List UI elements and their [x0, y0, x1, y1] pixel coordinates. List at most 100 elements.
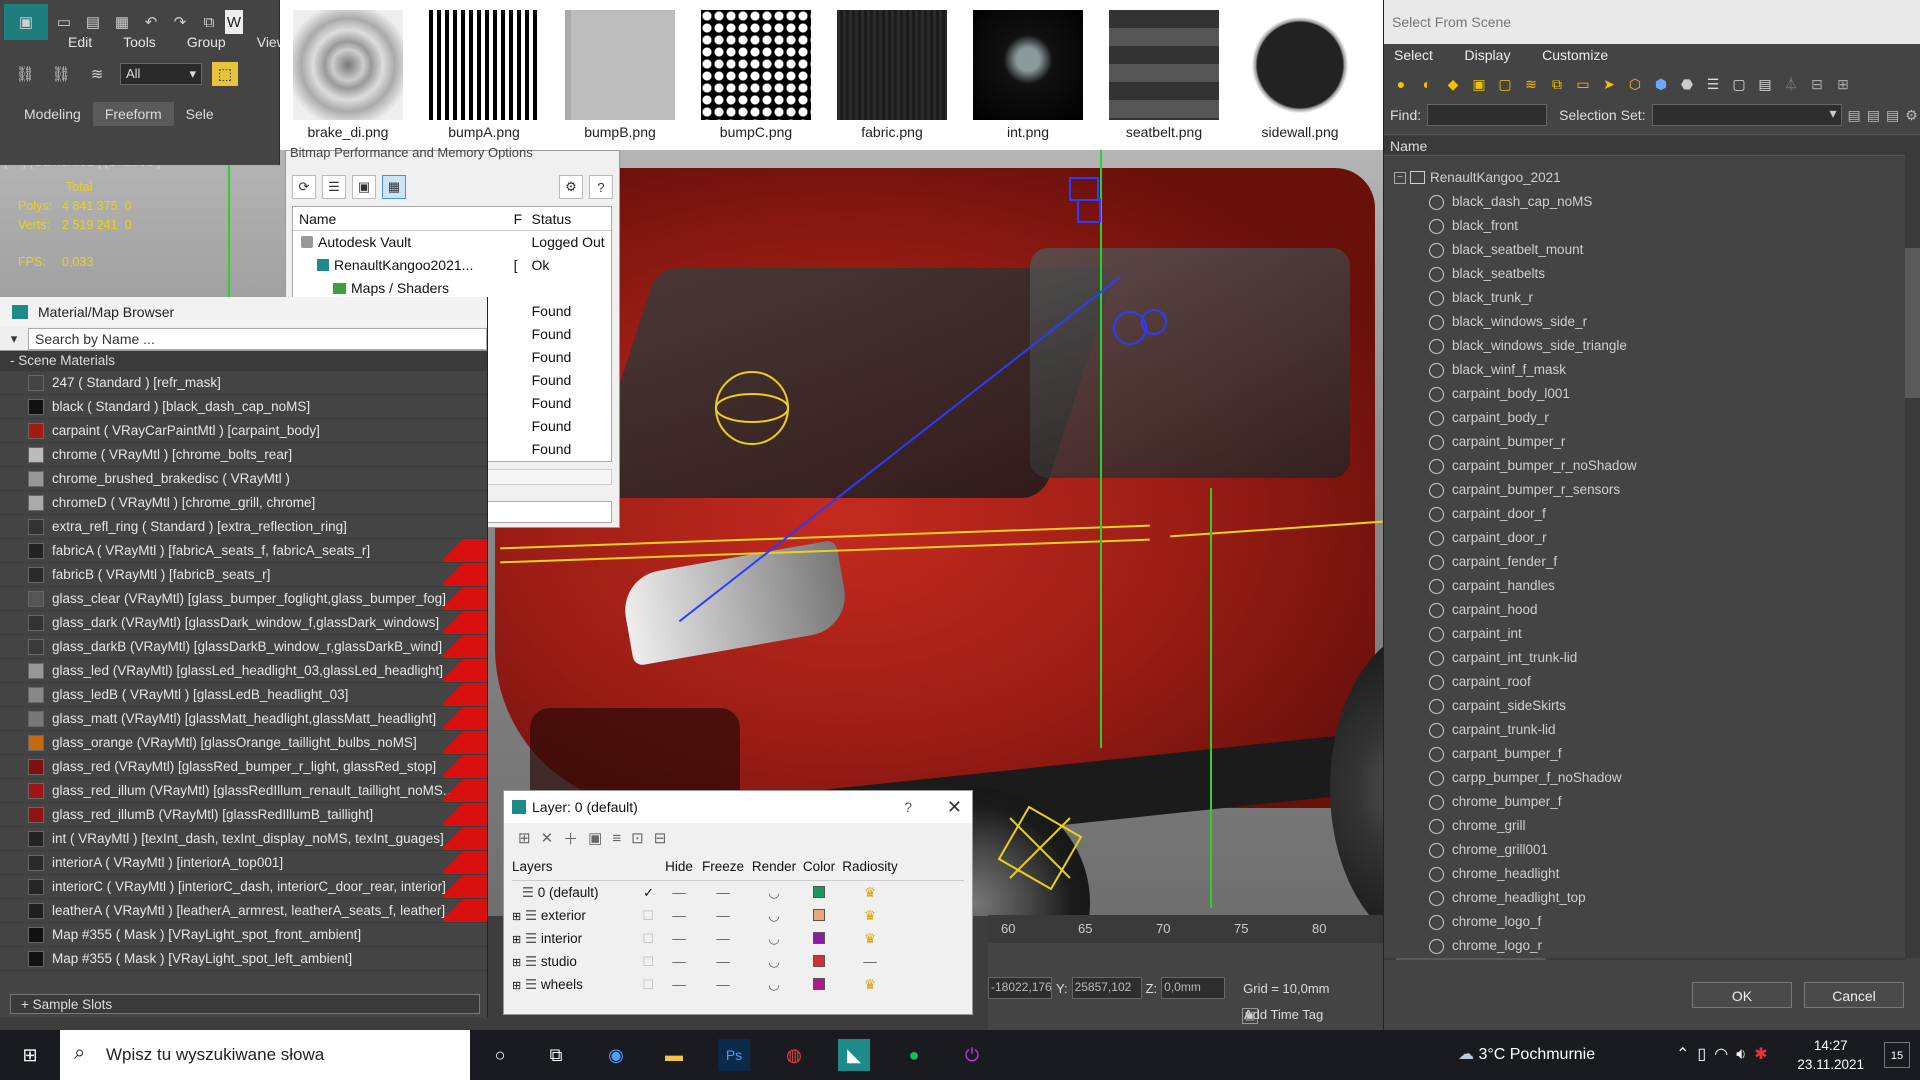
z-coordinate-field[interactable]: 0,0mm: [1161, 977, 1226, 999]
list-view-icon[interactable]: ☰: [322, 175, 346, 199]
scene-object-row[interactable]: carpaint_handles: [1384, 574, 1906, 598]
selection-filter-dropdown[interactable]: All ▾: [120, 63, 202, 85]
unlink-icon[interactable]: ⛓: [48, 62, 74, 86]
save-icon[interactable]: ▦: [109, 10, 135, 34]
spacewarps-filter-icon[interactable]: ≋: [1520, 73, 1542, 95]
select-object-icon[interactable]: ⬚: [212, 62, 238, 86]
new-layer-icon[interactable]: ⊞: [518, 829, 531, 847]
layer-color-swatch[interactable]: [800, 927, 838, 950]
freeze-toggle[interactable]: —: [698, 904, 748, 927]
render-toggle-icon[interactable]: ◡: [748, 927, 800, 950]
hide-all-icon[interactable]: ⊡: [631, 829, 644, 847]
material-item[interactable]: leatherA ( VRayMtl ) [leatherA_armrest, …: [0, 899, 487, 923]
column-freeze[interactable]: Freeze: [698, 853, 748, 880]
expand-icon[interactable]: ⊞: [512, 934, 521, 946]
delete-set-icon[interactable]: ▤: [1886, 107, 1899, 124]
clock[interactable]: 14:27 23.11.2021: [1797, 1036, 1864, 1074]
network-icon[interactable]: ▯: [1697, 1046, 1714, 1063]
delete-layer-icon[interactable]: ✕: [541, 829, 554, 847]
hide-toggle[interactable]: —: [660, 927, 698, 950]
scene-object-row[interactable]: chrome_headlight: [1384, 862, 1906, 886]
scene-object-row[interactable]: carpaint_trunk-lid: [1384, 718, 1906, 742]
tab-modeling[interactable]: Modeling: [12, 102, 93, 126]
select-in-layer-icon[interactable]: ▣: [588, 829, 602, 847]
set-current-checkbox[interactable]: ☐: [642, 927, 654, 950]
thumbnail-bumpa[interactable]: bumpA.png: [429, 10, 539, 140]
radiosity-toggle-icon[interactable]: —: [838, 950, 902, 973]
group-scene-materials[interactable]: - Scene Materials: [0, 351, 487, 371]
scene-object-row[interactable]: carpaint_body_l001: [1384, 382, 1906, 406]
material-item[interactable]: chromeD ( VRayMtl ) [chrome_grill, chrom…: [0, 491, 487, 515]
layer-row[interactable]: ⊞ ☰ interior ☐ — — ◡ ♛: [512, 927, 964, 950]
scene-object-row[interactable]: black_dash_cap_noMS: [1384, 190, 1906, 214]
column-status[interactable]: Status: [532, 207, 611, 230]
scene-object-row[interactable]: black_windows_side_triangle: [1384, 334, 1906, 358]
cancel-button[interactable]: Cancel: [1804, 982, 1904, 1008]
security-icon[interactable]: ✱: [1754, 1046, 1775, 1063]
thumbnail-brake-di[interactable]: brake_di.png: [293, 10, 403, 140]
link-icon[interactable]: ⛓: [12, 62, 38, 86]
scene-object-row[interactable]: chrome_headlight_top: [1384, 886, 1906, 910]
add-to-layer-icon[interactable]: ＋: [563, 828, 578, 849]
scene-object-row[interactable]: chrome_logo_f: [1384, 910, 1906, 934]
menu-display[interactable]: Display: [1465, 47, 1511, 63]
new-file-icon[interactable]: ▭: [51, 10, 77, 34]
spotify-icon[interactable]: ●: [898, 1039, 930, 1071]
render-toggle-icon[interactable]: ◡: [748, 950, 800, 973]
workspace-field[interactable]: W: [225, 10, 243, 34]
hidden-filter-icon[interactable]: ⬣: [1676, 73, 1698, 95]
layer-row[interactable]: ⊞ ☰ exterior ☐ — — ◡ ♛: [512, 904, 964, 927]
set-current-checkbox[interactable]: ☐: [642, 973, 654, 996]
column-render[interactable]: Render: [748, 853, 800, 880]
frozen-filter-icon[interactable]: ⬢: [1650, 73, 1672, 95]
lights-filter-icon[interactable]: ◆: [1442, 73, 1464, 95]
help-button[interactable]: ?: [904, 791, 912, 823]
layer-row[interactable]: ☰ 0 (default) ✓ — — ◡ ♛: [512, 881, 964, 904]
material-item[interactable]: black ( Standard ) [black_dash_cap_noMS]: [0, 395, 487, 419]
options-icon[interactable]: ⊞: [1832, 73, 1854, 95]
render-toggle-icon[interactable]: ◡: [748, 973, 800, 996]
material-item[interactable]: chrome_brushed_brakedisc ( VRayMtl ): [0, 467, 487, 491]
scene-object-row[interactable]: chrome_bumper_f: [1384, 790, 1906, 814]
scene-object-row[interactable]: black_seatbelt_mount: [1384, 238, 1906, 262]
scene-object-row[interactable]: black_seatbelts: [1384, 262, 1906, 286]
column-radiosity[interactable]: Radiosity: [838, 853, 902, 880]
layer-color-swatch[interactable]: [800, 950, 838, 973]
material-item[interactable]: glass_orange (VRayMtl) [glassOrange_tail…: [0, 731, 487, 755]
scene-object-row[interactable]: carpaint_roof: [1384, 670, 1906, 694]
thumbnail-seatbelt[interactable]: seatbelt.png: [1109, 10, 1219, 140]
material-item[interactable]: fabricB ( VRayMtl ) [fabricB_seats_r]: [0, 563, 487, 587]
task-view-icon[interactable]: ⧉: [540, 1039, 572, 1071]
cortana-icon[interactable]: ○: [484, 1039, 516, 1071]
material-item[interactable]: interiorC ( VRayMtl ) [interiorC_dash, i…: [0, 875, 487, 899]
collapse-icon[interactable]: −: [1394, 172, 1406, 184]
menu-tools[interactable]: Tools: [123, 34, 156, 50]
wifi-icon[interactable]: ◠: [1714, 1046, 1736, 1063]
tray-chevron-icon[interactable]: ⌃: [1676, 1046, 1697, 1063]
table-view-icon[interactable]: ▦: [382, 175, 406, 199]
expand-icon[interactable]: ⊞: [512, 911, 521, 923]
chrome-icon[interactable]: ◍: [778, 1039, 810, 1071]
layer-color-swatch[interactable]: [800, 881, 838, 904]
thumbnail-bumpc[interactable]: bumpC.png: [701, 10, 811, 140]
freeze-toggle[interactable]: —: [698, 950, 748, 973]
set-current-checkbox[interactable]: ☐: [642, 904, 654, 927]
thumbnail-fabric[interactable]: fabric.png: [837, 10, 947, 140]
display-all-icon[interactable]: ☰: [1702, 73, 1724, 95]
groups-filter-icon[interactable]: ⧉: [1546, 73, 1568, 95]
edit-set-icon[interactable]: ▤: [1867, 107, 1880, 124]
settings-icon[interactable]: ⚙: [559, 175, 583, 199]
scene-object-row[interactable]: black_trunk_r: [1384, 286, 1906, 310]
layer-color-swatch[interactable]: [800, 904, 838, 927]
material-item[interactable]: int ( VRayMtl ) [texInt_dash, texInt_dis…: [0, 827, 487, 851]
app-menu-button[interactable]: ▣: [4, 4, 48, 40]
scene-object-row[interactable]: black_front: [1384, 214, 1906, 238]
material-item[interactable]: glass_dark (VRayMtl) [glassDark_window_f…: [0, 611, 487, 635]
volume-icon[interactable]: 🔉︎: [1736, 1046, 1754, 1063]
material-item[interactable]: chrome ( VRayMtl ) [chrome_bolts_rear]: [0, 443, 487, 467]
material-item[interactable]: fabricA ( VRayMtl ) [fabricA_seats_f, fa…: [0, 539, 487, 563]
scene-object-row[interactable]: carpaint_bumper_r_sensors: [1384, 478, 1906, 502]
scene-object-row[interactable]: black_windows_side_r: [1384, 310, 1906, 334]
asset-row[interactable]: Autodesk Vault Logged Out: [293, 231, 611, 254]
thumbnail-view-icon[interactable]: ▣: [352, 175, 376, 199]
